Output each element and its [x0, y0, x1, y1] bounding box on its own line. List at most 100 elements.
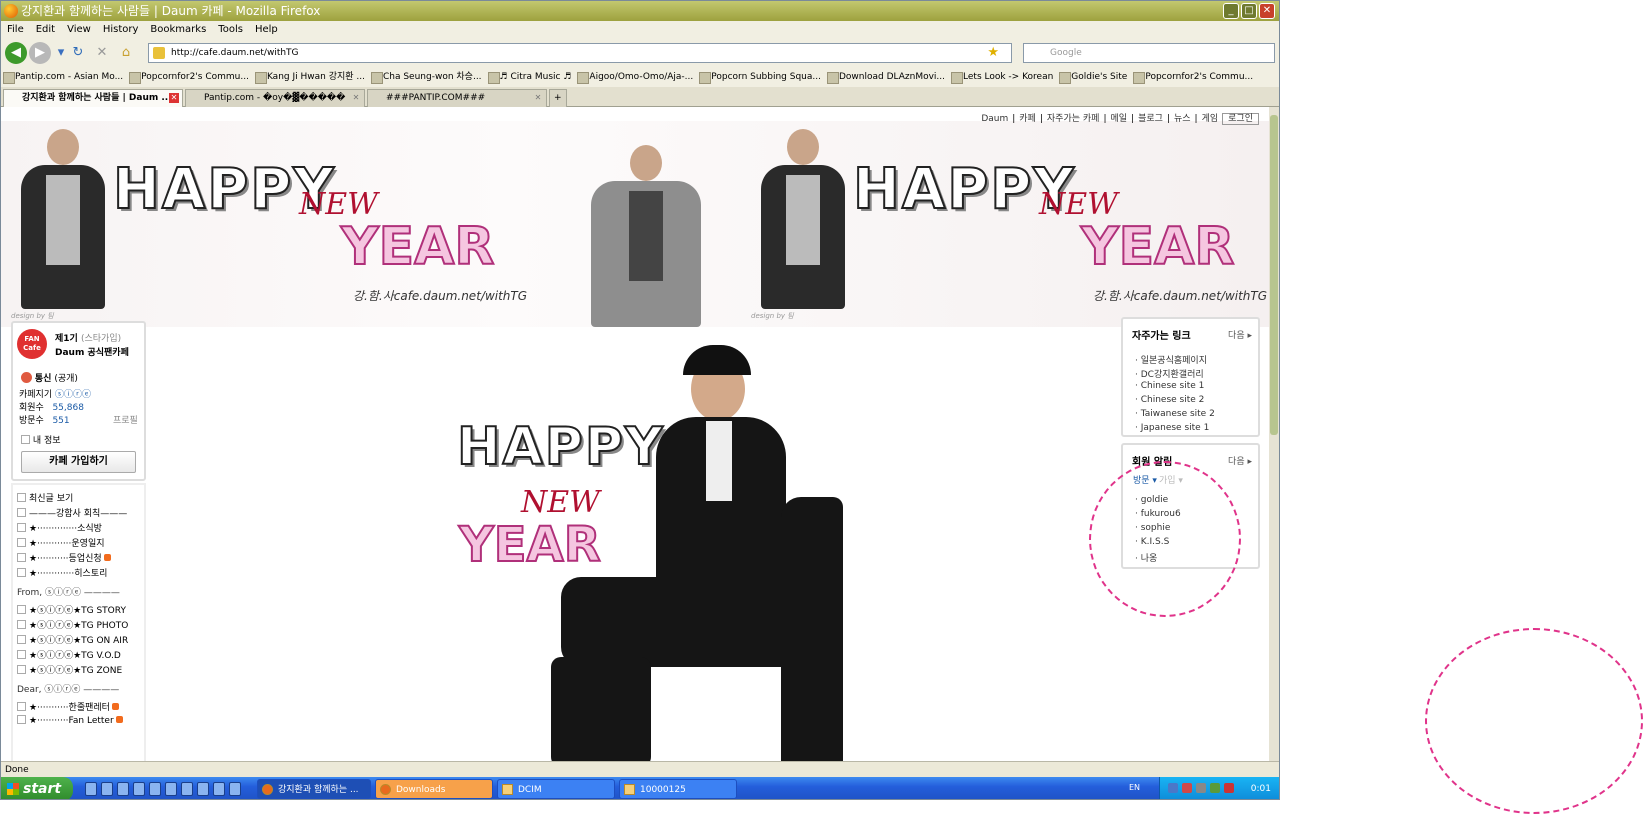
tray-icon[interactable] [1224, 783, 1234, 793]
nav-news[interactable]: 뉴스 [1170, 114, 1195, 124]
expand-icon[interactable] [21, 435, 30, 444]
close-button[interactable]: ✕ [1259, 3, 1275, 19]
bookmark-item[interactable]: Cha Seung-won 차승... [369, 67, 486, 87]
quicklaunch-icon[interactable] [85, 782, 97, 796]
bookmark-item[interactable]: Goldie's Site [1057, 67, 1131, 87]
nav-game[interactable]: 게임 [1198, 114, 1223, 124]
start-button[interactable]: start [1, 777, 73, 799]
tray-icon[interactable] [1182, 783, 1192, 793]
forward-icon[interactable]: ▶ [29, 42, 51, 64]
cafe-info-panel: FAN Cafe 제1기 (스타가입) Daum 공식팬카페 통신 (공개) 카… [11, 321, 146, 481]
tray-icon[interactable] [1168, 783, 1178, 793]
menu-item[interactable]: ★··············소식방 [17, 521, 102, 534]
bookmark-item[interactable]: Kang Ji Hwan 강지환 ... [253, 67, 369, 87]
menu-file[interactable]: File [1, 21, 30, 39]
bookmark-item[interactable]: Popcorn Subbing Squa... [697, 67, 825, 87]
menu-item[interactable]: ★···········등업신청 [17, 551, 111, 564]
minimize-button[interactable]: _ [1223, 3, 1239, 19]
nav-blog[interactable]: 블로그 [1134, 114, 1167, 124]
close-tab-icon[interactable]: ✕ [533, 93, 543, 103]
maximize-button[interactable]: □ [1241, 3, 1257, 19]
quicklaunch-icon[interactable] [229, 782, 241, 796]
nav-mail[interactable]: 메일 [1106, 114, 1131, 124]
menu-group-header[interactable]: From, ⓢⓘⓡⓔ ———— [17, 585, 120, 598]
menu-item[interactable]: ★············운영일지 [17, 536, 105, 549]
link-item[interactable]: · DC강지환갤러리 [1135, 367, 1204, 380]
members-more-link[interactable]: 다음 ▸ [1228, 454, 1252, 467]
menu-item[interactable]: 최신글 보기 [17, 491, 73, 504]
vertical-scrollbar[interactable] [1269, 107, 1279, 761]
scroll-thumb[interactable] [1270, 115, 1278, 435]
menu-bookmarks[interactable]: Bookmarks [144, 21, 212, 39]
menu-item[interactable]: ★ⓢⓘⓡⓔ★TG V.O.D [17, 648, 121, 661]
menu-history[interactable]: History [97, 21, 145, 39]
menu-item[interactable]: ★ⓢⓘⓡⓔ★TG ON AIR [17, 633, 128, 646]
history-dropdown-icon[interactable]: ▾ [55, 42, 67, 64]
link-item[interactable]: · Japanese site 1 [1135, 423, 1209, 433]
links-more-link[interactable]: 다음 ▸ [1228, 328, 1252, 341]
my-info-link[interactable]: 내 정보 [33, 436, 61, 446]
menu-item[interactable]: ★···········한줄팬레터 [17, 700, 119, 713]
join-cafe-button[interactable]: 카페 가입하기 [21, 451, 136, 473]
close-tab-icon[interactable]: ✕ [351, 93, 361, 103]
new-tab-button[interactable]: + [549, 89, 567, 107]
bookmark-item[interactable]: Aigoo/Omo-Omo/Aja-... [575, 67, 697, 87]
bookmark-item[interactable]: Lets Look -> Korean [949, 67, 1057, 87]
nav-fav-cafe[interactable]: 자주가는 카페 [1043, 114, 1104, 124]
menu-item[interactable]: ★···········Fan Letter [17, 715, 123, 726]
profile-link[interactable]: 프로필 [113, 413, 138, 426]
window-title: 강지환과 함께하는 사람들 | Daum 카페 - Mozilla Firefo… [21, 4, 321, 18]
reload-icon[interactable]: ↻ [67, 42, 89, 64]
quicklaunch-icon[interactable] [133, 782, 145, 796]
taskbar-item-firefox[interactable]: 강지환과 함께하는 ... [257, 779, 371, 799]
quicklaunch-icon[interactable] [149, 782, 161, 796]
bookmark-item[interactable]: Popcornfor2's Commu... [127, 67, 253, 87]
keeper-value[interactable]: ⓢⓘⓡⓔ [55, 390, 91, 400]
bookmark-item[interactable]: Popcornfor2's Commu... [1131, 67, 1257, 87]
bookmark-item[interactable]: Download DLAznMovi... [825, 67, 949, 87]
tab-pantip[interactable]: Pantip.com - �oy�▓����� ✕ [185, 89, 365, 107]
bookmark-item[interactable]: Pantip.com - Asian Mo... [1, 67, 127, 87]
close-tab-icon[interactable]: ✕ [169, 93, 179, 103]
back-icon[interactable]: ◀ [5, 42, 27, 64]
menu-help[interactable]: Help [249, 21, 284, 39]
link-item[interactable]: · Taiwanese site 2 [1135, 409, 1215, 419]
nav-daum[interactable]: Daum [977, 114, 1012, 124]
taskbar-item-dcim[interactable]: DCIM [497, 779, 615, 799]
nav-cafe[interactable]: 카페 [1015, 114, 1040, 124]
language-indicator[interactable]: EN [1129, 783, 1140, 792]
quicklaunch-icon[interactable] [165, 782, 177, 796]
link-item[interactable]: · 일본공식홈페이지 [1135, 353, 1207, 366]
tray-icon[interactable] [1210, 783, 1220, 793]
search-input[interactable]: Google [1023, 43, 1275, 63]
url-bar[interactable]: http://cafe.daum.net/withTG ★ [148, 43, 1012, 63]
home-icon[interactable]: ⌂ [115, 42, 137, 64]
login-button[interactable]: 로그인 [1222, 113, 1259, 125]
menu-item[interactable]: ———강함사 회칙——— [17, 506, 127, 519]
quicklaunch-icon[interactable] [117, 782, 129, 796]
menu-tools[interactable]: Tools [212, 21, 249, 39]
bookmark-item[interactable]: ♬ Citra Music ♬ [486, 67, 576, 87]
quicklaunch-icon[interactable] [181, 782, 193, 796]
menu-edit[interactable]: Edit [30, 21, 61, 39]
stop-icon[interactable]: ✕ [91, 42, 113, 64]
quicklaunch-icon[interactable] [213, 782, 225, 796]
menu-view[interactable]: View [61, 21, 97, 39]
quicklaunch-icon[interactable] [101, 782, 113, 796]
members-value[interactable]: 55,868 [52, 403, 84, 413]
taskbar-item-downloads[interactable]: Downloads [375, 779, 493, 799]
menu-item[interactable]: ★·············히스토리 [17, 566, 107, 579]
tab-daum-cafe[interactable]: 강지환과 함께하는 사람들 | Daum ... ✕ [3, 89, 183, 107]
taskbar-item-folder[interactable]: 10000125 [619, 779, 737, 799]
bookmark-star-icon[interactable]: ★ [987, 44, 999, 62]
quicklaunch-icon[interactable] [197, 782, 209, 796]
link-item[interactable]: · Chinese site 1 [1135, 381, 1204, 391]
menu-item[interactable]: ★ⓢⓘⓡⓔ★TG STORY [17, 603, 126, 616]
menu-item[interactable]: ★ⓢⓘⓡⓔ★TG ZONE [17, 663, 122, 676]
tray-icon[interactable] [1196, 783, 1206, 793]
clock[interactable]: 0:01 [1251, 784, 1271, 794]
tab-pantip-2[interactable]: ###PANTIP.COM### ✕ [367, 89, 547, 107]
menu-group-header[interactable]: Dear, ⓢⓘⓡⓔ ———— [17, 682, 119, 695]
menu-item[interactable]: ★ⓢⓘⓡⓔ★TG PHOTO [17, 618, 128, 631]
link-item[interactable]: · Chinese site 2 [1135, 395, 1204, 405]
